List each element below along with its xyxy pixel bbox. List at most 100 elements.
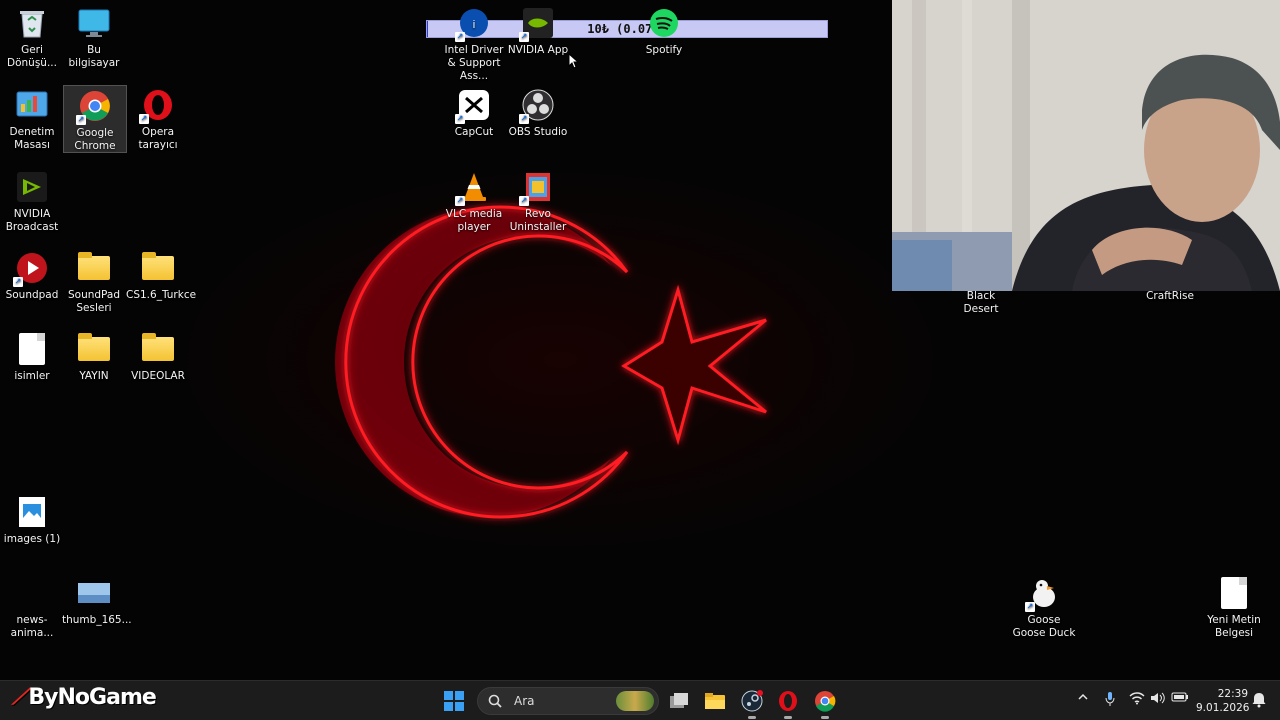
steam-icon (741, 690, 763, 712)
chrome-taskbar-button[interactable] (813, 689, 837, 719)
thumb-label: thumb_165... (62, 614, 132, 626)
revo-label: Revo Uninstaller (509, 208, 567, 233)
search-icon (488, 694, 502, 708)
recycle-bin-icon (15, 6, 49, 40)
yeni-metin-file[interactable]: Yeni Metin Belgesi (1202, 576, 1266, 640)
clock-time: 22:39 (1217, 688, 1248, 700)
chrome-running-indicator (821, 716, 829, 719)
bynogame-logo-icon: ⟋ (12, 685, 27, 710)
image-file-icon (15, 576, 49, 610)
opera-running-indicator (784, 716, 792, 719)
brand-text: ByNoGame (28, 685, 156, 710)
task-view-icon (670, 693, 688, 708)
soundpad-sesleri-folder[interactable]: SoundPad Sesleri (62, 251, 126, 315)
cs16-folder[interactable]: CS1.6_Turkce (126, 251, 196, 302)
craftrise-label: CraftRise (1146, 290, 1194, 302)
battery-button[interactable] (1171, 691, 1189, 706)
folder-icon (141, 332, 175, 366)
text-file-icon (15, 332, 49, 366)
soundpad-sesleri-label: SoundPad Sesleri (67, 289, 121, 314)
wifi-icon (1129, 692, 1145, 705)
capcut-shortcut[interactable]: ↗ CapCut (442, 88, 506, 139)
microphone-button[interactable] (1104, 691, 1116, 710)
videolar-label: VIDEOLAR (131, 370, 185, 382)
folder-icon (77, 251, 111, 285)
google-chrome-shortcut[interactable]: ↗ Google Chrome (63, 85, 127, 153)
news-anima-label: news-anima... (10, 614, 54, 639)
recycle-bin-shortcut[interactable]: Geri Dönüşü... (0, 6, 64, 70)
monitor-icon (77, 6, 111, 40)
soundpad-label: Soundpad (5, 289, 59, 301)
folder-icon (141, 251, 175, 285)
images-file[interactable]: images (1) (0, 495, 64, 546)
file-explorer-icon (705, 693, 725, 709)
show-hidden-icons-button[interactable] (1077, 691, 1089, 706)
isimler-file[interactable]: isimler (0, 332, 64, 383)
obs-studio-label: OBS Studio (508, 126, 568, 138)
images-label: images (1) (3, 533, 61, 545)
soundpad-shortcut[interactable]: ↗ Soundpad (0, 251, 64, 302)
search-highlight-image (616, 691, 654, 711)
spotify-label: Spotify (645, 44, 683, 56)
intel-driver-label: Intel Driver & Support Ass... (444, 44, 504, 82)
thumb-file[interactable]: thumb_165... (62, 576, 132, 627)
windows-start-button[interactable] (444, 691, 464, 711)
vlc-label: VLC media player (445, 208, 503, 233)
chrome-icon: ↗ (76, 89, 112, 125)
notification-button[interactable] (1252, 692, 1266, 711)
windows-start-icon (444, 691, 453, 700)
goose-icon: ↗ (1025, 576, 1061, 612)
yeni-metin-label: Yeni Metin Belgesi (1207, 614, 1261, 639)
chevron-up-icon (1078, 693, 1088, 700)
opera-icon: ↗ (139, 88, 175, 124)
black-desert-label: Black Desert (963, 290, 999, 315)
volume-button[interactable] (1150, 691, 1166, 708)
news-anima-file[interactable]: news-anima... (0, 576, 64, 640)
nvidia-broadcast-icon (15, 170, 49, 204)
opera-shortcut[interactable]: ↗ Opera tarayıcı (126, 88, 190, 152)
control-panel-icon (15, 88, 49, 122)
spotify-icon (647, 6, 681, 40)
goose-shortcut[interactable]: ↗ Goose Goose Duck (1012, 576, 1076, 640)
taskbar: ⟋ByNoGame Ara 22:39 9.01.2026 (0, 680, 1280, 720)
steam-button[interactable] (740, 689, 764, 719)
this-pc-label: Bu bilgisayar (68, 44, 120, 69)
videolar-folder[interactable]: VIDEOLAR (126, 332, 190, 383)
intel-driver-shortcut[interactable]: i ↗ Intel Driver & Support Ass... (442, 6, 506, 83)
control-panel-shortcut[interactable]: Denetim Masası (0, 88, 64, 152)
revo-shortcut[interactable]: ↗ Revo Uninstaller (506, 170, 570, 234)
spotify-shortcut[interactable]: Spotify (632, 6, 696, 57)
task-view-button[interactable] (667, 689, 691, 713)
vlc-cone-icon: ↗ (455, 170, 491, 206)
yayin-folder[interactable]: YAYIN (62, 332, 126, 383)
goose-label: Goose Goose Duck (1012, 614, 1076, 639)
intel-icon: i ↗ (455, 6, 491, 42)
bynogame-watermark: ⟋ByNoGame (12, 685, 157, 710)
obs-icon: ↗ (519, 88, 555, 124)
battery-icon (1171, 692, 1188, 702)
isimler-label: isimler (14, 370, 50, 382)
vlc-shortcut[interactable]: ↗ VLC media player (442, 170, 506, 234)
file-explorer-button[interactable] (703, 689, 727, 713)
this-pc-shortcut[interactable]: Bu bilgisayar (62, 6, 126, 70)
opera-label: Opera tarayıcı (138, 126, 178, 151)
image-file-icon (15, 495, 49, 529)
steam-running-indicator (748, 716, 756, 719)
opera-taskbar-button[interactable] (776, 689, 800, 719)
taskbar-search-box[interactable]: Ara (477, 687, 659, 715)
nvidia-broadcast-label: NVIDIA Broadcast (5, 208, 59, 233)
nvidia-broadcast-shortcut[interactable]: NVIDIA Broadcast (0, 170, 64, 234)
webcam-person-image (892, 0, 1280, 291)
nvidia-app-shortcut[interactable]: ↗ NVIDIA App (506, 6, 570, 57)
speaker-icon (1151, 692, 1165, 704)
clock-button[interactable]: 22:39 9.01.2026 (1196, 687, 1249, 715)
text-file-icon (1217, 576, 1251, 610)
chrome-icon (815, 691, 836, 712)
obs-studio-shortcut[interactable]: ↗ OBS Studio (506, 88, 570, 139)
nvidia-icon: ↗ (519, 6, 555, 42)
capcut-icon: ↗ (455, 88, 491, 124)
mouse-cursor-icon (568, 53, 580, 69)
wifi-button[interactable] (1129, 691, 1145, 708)
folder-icon (77, 332, 111, 366)
svg-text:i: i (473, 19, 475, 31)
